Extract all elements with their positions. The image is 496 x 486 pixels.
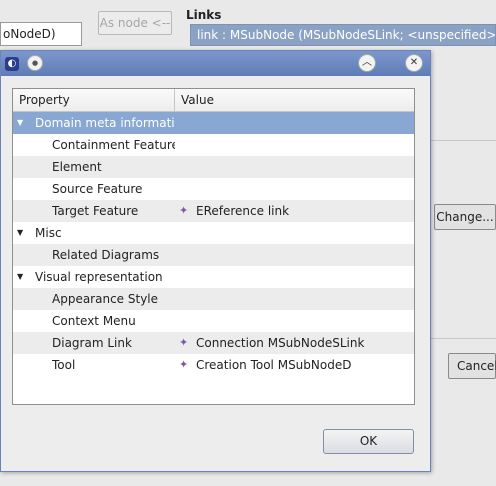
property-name: Misc (35, 226, 62, 240)
table-row[interactable]: Element (13, 156, 414, 178)
tree-category-row[interactable]: ▼ Domain meta informatior (13, 112, 414, 134)
table-row[interactable]: Related Diagrams (13, 244, 414, 266)
tool-icon: ✦ (179, 358, 189, 371)
as-node-button[interactable]: As node <-- (98, 11, 172, 35)
background-separator (430, 140, 496, 141)
eclipse-icon: ◐ (5, 57, 19, 71)
property-name: Visual representation (35, 270, 163, 284)
connection-icon: ✦ (179, 336, 189, 349)
expand-arrow-icon[interactable]: ▼ (17, 266, 27, 288)
ok-button[interactable]: OK (323, 429, 414, 454)
property-name: Containment Feature (52, 138, 175, 152)
property-name: Related Diagrams (52, 248, 160, 262)
table-row[interactable]: Context Menu (13, 310, 414, 332)
property-name: Element (52, 160, 102, 174)
change-button[interactable]: Change... (434, 204, 496, 230)
links-list-item[interactable]: link : MSubNode (MSubNodeSLink; <unspeci… (190, 24, 496, 46)
property-name: Target Feature (52, 204, 139, 218)
properties-dialog: ◐ ● ︿ ✕ Property Value ▼ Domain meta info… (0, 50, 431, 472)
property-value-text: Creation Tool MSubNodeD (196, 358, 352, 372)
table-row[interactable]: Appearance Style (13, 288, 414, 310)
tree-category-row[interactable]: ▼ Misc (13, 222, 414, 244)
value-column-header[interactable]: Value (175, 89, 414, 111)
table-row[interactable]: Diagram Link ✦ Connection MSubNodeSLink (13, 332, 414, 354)
links-label: Links (186, 8, 222, 22)
background-text-field[interactable]: oNodeD) (0, 22, 82, 46)
table-row[interactable]: Containment Feature (13, 134, 414, 156)
tree-category-row[interactable]: ▼ Visual representation (13, 266, 414, 288)
expand-arrow-icon[interactable]: ▼ (17, 112, 27, 134)
expand-arrow-icon[interactable]: ▼ (17, 222, 27, 244)
pin-icon[interactable]: ● (27, 55, 43, 71)
property-value-text: EReference link (196, 204, 290, 218)
close-icon[interactable]: ✕ (405, 54, 423, 72)
table-row[interactable]: Source Feature (13, 178, 414, 200)
dialog-titlebar[interactable]: ◐ ● ︿ ✕ (1, 51, 430, 76)
minimize-icon[interactable]: ︿ (358, 54, 376, 72)
properties-table: Property Value ▼ Domain meta informatior C… (12, 88, 415, 405)
background-separator (430, 338, 496, 339)
property-name: Tool (52, 358, 76, 372)
property-name: Source Feature (52, 182, 143, 196)
property-value-text: Connection MSubNodeSLink (196, 336, 365, 350)
property-name: Context Menu (52, 314, 136, 328)
property-name: Domain meta informatior (35, 116, 175, 130)
property-name: Diagram Link (52, 336, 132, 350)
property-column-header[interactable]: Property (13, 89, 175, 111)
table-row[interactable]: Tool ✦ Creation Tool MSubNodeD (13, 354, 414, 376)
table-row[interactable]: Target Feature ✦ EReference link (13, 200, 414, 222)
cancel-button[interactable]: Cancel (448, 353, 496, 379)
property-name: Appearance Style (52, 292, 159, 306)
ereference-icon: ✦ (179, 204, 189, 217)
table-header: Property Value (13, 89, 414, 112)
